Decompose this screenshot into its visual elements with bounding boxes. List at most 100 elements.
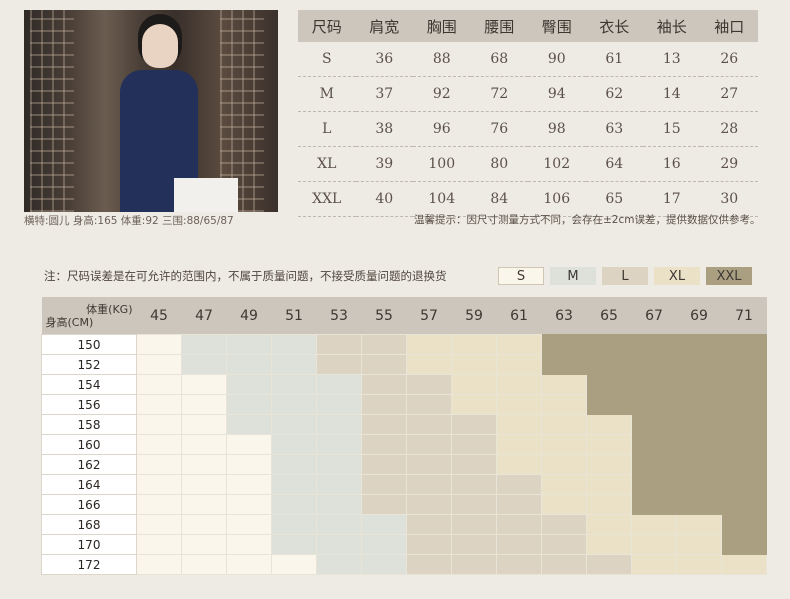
grid-cell-xxl bbox=[721, 394, 767, 415]
grid-row: 150 bbox=[41, 334, 767, 355]
grid-cell-l bbox=[361, 434, 407, 455]
grid-cell-m bbox=[316, 514, 362, 535]
grid-cell-xl bbox=[496, 434, 542, 455]
grid-cell-s bbox=[271, 554, 317, 575]
grid-cell-l bbox=[406, 394, 452, 415]
grid-cell-xxl bbox=[676, 494, 722, 515]
grid-cell-xl bbox=[541, 434, 587, 455]
grid-cell-m bbox=[271, 334, 317, 355]
grid-cell-m bbox=[271, 534, 317, 555]
grid-cell-l bbox=[406, 554, 452, 575]
grid-cell-xxl bbox=[676, 454, 722, 475]
grid-cell-l bbox=[406, 474, 452, 495]
grid-cell-s bbox=[136, 494, 182, 515]
grid-cell-s bbox=[136, 394, 182, 415]
size-table-cell: 16 bbox=[643, 146, 701, 182]
grid-cell-m bbox=[226, 354, 272, 375]
grid-cell-l bbox=[496, 474, 542, 495]
grid-cell-s bbox=[181, 454, 227, 475]
grid-cell-l bbox=[541, 554, 587, 575]
grid-cell-xxl bbox=[721, 334, 767, 355]
legend-xxl: XXL bbox=[706, 267, 752, 285]
weight-header: 47 bbox=[181, 297, 227, 335]
size-table-cell: 96 bbox=[413, 111, 471, 147]
height-label: 160 bbox=[41, 434, 137, 455]
grid-cell-s bbox=[136, 414, 182, 435]
grid-cell-l bbox=[361, 354, 407, 375]
height-axis-label: 身高(CM) bbox=[45, 316, 94, 329]
model-head bbox=[142, 24, 178, 68]
grid-cell-l bbox=[496, 494, 542, 515]
size-table-cell: 27 bbox=[700, 76, 758, 112]
weight-header: 53 bbox=[316, 297, 362, 335]
grid-cell-xl bbox=[496, 334, 542, 355]
grid-cell-xxl bbox=[676, 434, 722, 455]
measurement-tip: 温馨提示：因尺寸测量方式不同，会存在±2cm误差，提供数据仅供参考。 bbox=[414, 214, 761, 226]
grid-cell-xxl bbox=[721, 374, 767, 395]
grid-cell-l bbox=[451, 514, 497, 535]
grid-cell-m bbox=[181, 334, 227, 355]
height-label: 166 bbox=[41, 494, 137, 515]
height-label: 150 bbox=[41, 334, 137, 355]
size-table-cell: 37 bbox=[355, 76, 413, 112]
grid-cell-xxl bbox=[721, 474, 767, 495]
grid-cell-l bbox=[406, 434, 452, 455]
grid-cell-s bbox=[226, 434, 272, 455]
grid-cell-s bbox=[181, 494, 227, 515]
grid-cell-xl bbox=[721, 554, 767, 575]
grid-cell-l bbox=[451, 454, 497, 475]
weight-header: 69 bbox=[676, 297, 722, 335]
grid-cell-m bbox=[316, 394, 362, 415]
grid-cell-l bbox=[361, 494, 407, 515]
grid-cell-xxl bbox=[676, 334, 722, 355]
height-label: 164 bbox=[41, 474, 137, 495]
grid-cell-xl bbox=[676, 534, 722, 555]
grid-cell-l bbox=[496, 554, 542, 575]
grid-cell-xxl bbox=[676, 414, 722, 435]
grid-cell-xl bbox=[631, 514, 677, 535]
grid-cell-xxl bbox=[676, 354, 722, 375]
grid-cell-xl bbox=[586, 414, 632, 435]
grid-cell-xl bbox=[496, 394, 542, 415]
size-table-cell: 14 bbox=[643, 76, 701, 112]
size-table-header: 尺码 bbox=[298, 10, 356, 42]
grid-cell-xl bbox=[451, 394, 497, 415]
grid-cell-xxl bbox=[676, 474, 722, 495]
height-label: 154 bbox=[41, 374, 137, 395]
size-table: 尺码 肩宽 胸围 腰围 臀围 衣长 袖长 袖口 S 36 88 68 90 61 13 26 M 37 92 72 9… bbox=[298, 10, 758, 217]
grid-cell-xxl bbox=[721, 454, 767, 475]
height-label: 152 bbox=[41, 354, 137, 375]
grid-cell-m bbox=[316, 474, 362, 495]
grid-cell-xl bbox=[541, 374, 587, 395]
grid-cell-l bbox=[451, 474, 497, 495]
size-table-header: 袖口 bbox=[700, 10, 758, 42]
size-table-cell: 100 bbox=[413, 146, 471, 182]
grid-cell-xxl bbox=[631, 414, 677, 435]
grid-corner: 体重(KG) 身高(CM) bbox=[41, 297, 137, 335]
grid-cell-m bbox=[271, 454, 317, 475]
grid-cell-m bbox=[271, 434, 317, 455]
grid-cell-xl bbox=[541, 394, 587, 415]
size-table-cell: 92 bbox=[413, 76, 471, 112]
grid-cell-xl bbox=[406, 334, 452, 355]
grid-cell-m bbox=[271, 494, 317, 515]
size-table-cell: 98 bbox=[528, 111, 586, 147]
grid-cell-m bbox=[316, 374, 362, 395]
grid-cell-xl bbox=[451, 354, 497, 375]
grid-cell-xxl bbox=[676, 394, 722, 415]
grid-cell-s bbox=[181, 514, 227, 535]
grid-cell-l bbox=[406, 514, 452, 535]
grid-cell-m bbox=[271, 394, 317, 415]
grid-cell-xxl bbox=[721, 354, 767, 375]
grid-row: 160 bbox=[41, 434, 767, 455]
grid-cell-l bbox=[541, 534, 587, 555]
grid-cell-l bbox=[541, 514, 587, 535]
weight-header: 55 bbox=[361, 297, 407, 335]
grid-cell-m bbox=[271, 354, 317, 375]
legend-s: S bbox=[498, 267, 544, 285]
grid-cell-l bbox=[361, 454, 407, 475]
grid-row: 156 bbox=[41, 394, 767, 415]
grid-cell-l bbox=[361, 414, 407, 435]
grid-cell-m bbox=[316, 414, 362, 435]
grid-cell-xl bbox=[541, 454, 587, 475]
